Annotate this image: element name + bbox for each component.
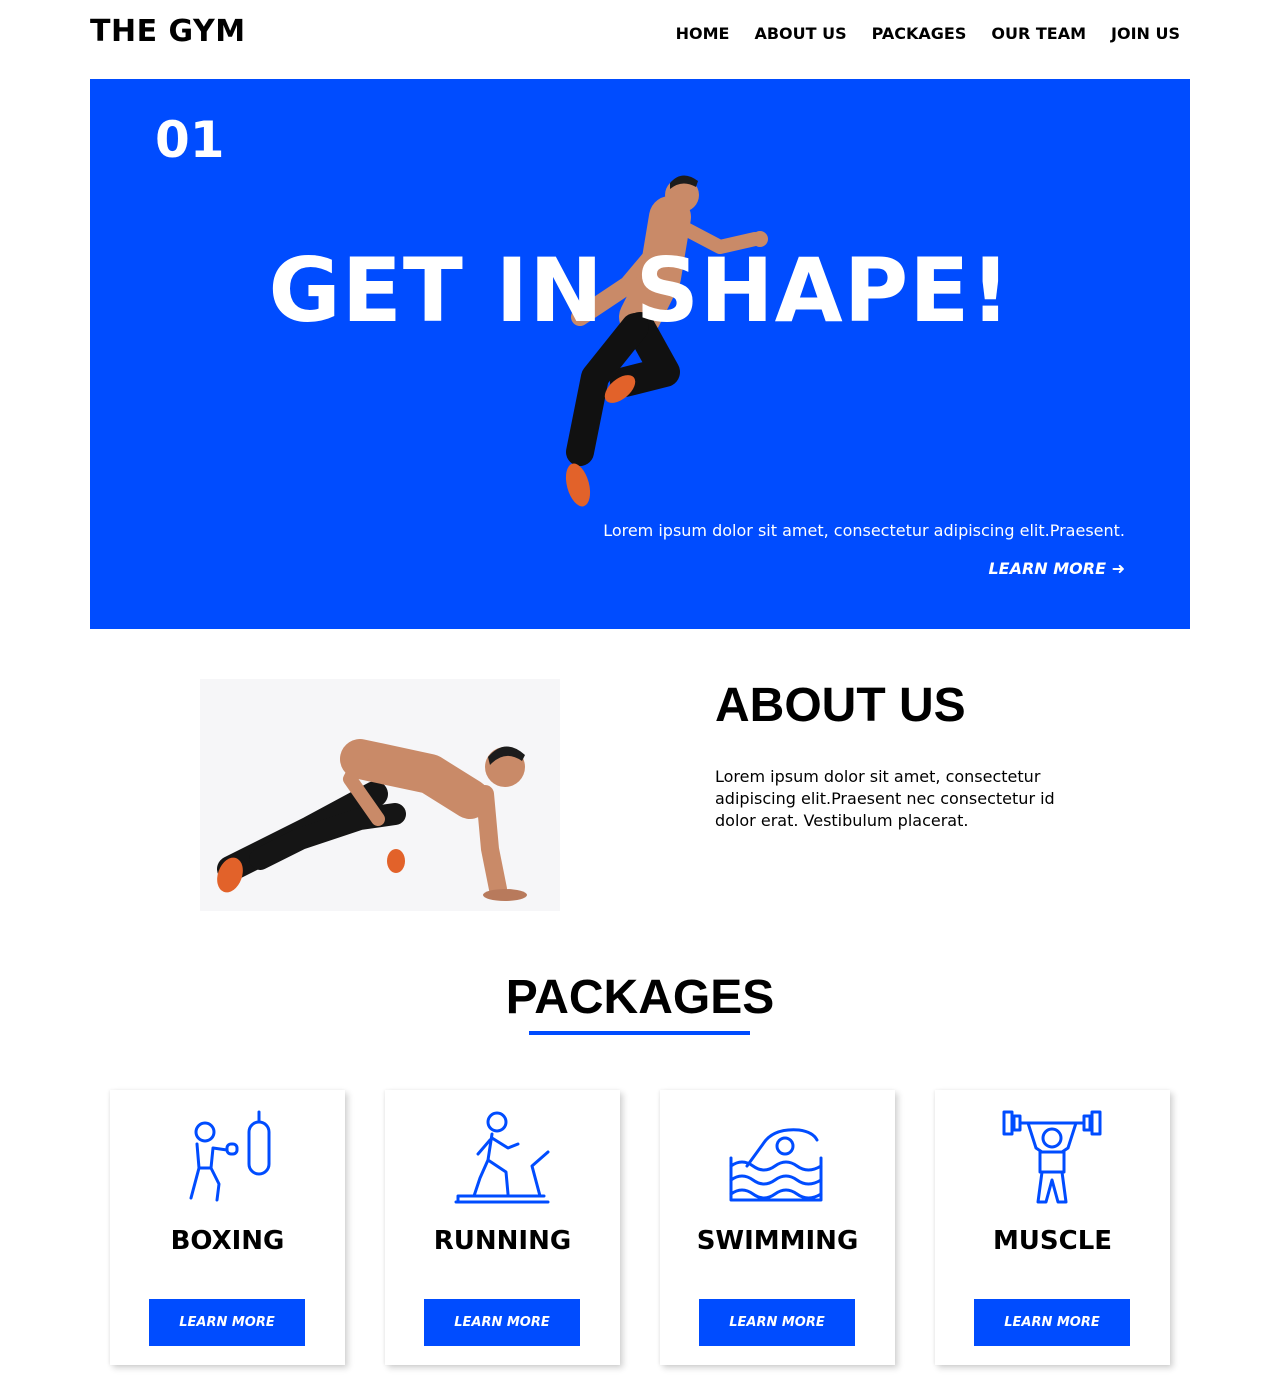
nav-team-link[interactable]: OUR TEAM bbox=[991, 24, 1086, 43]
about-title: ABOUT US bbox=[715, 679, 966, 732]
nav-packages-link[interactable]: PACKAGES bbox=[872, 24, 967, 43]
package-title-boxing: BOXING bbox=[170, 1226, 285, 1256]
swimming-learn-more-button[interactable]: LEARN MORE bbox=[699, 1299, 855, 1346]
hero-learn-more-link[interactable]: LEARN MORE ➜ bbox=[988, 559, 1125, 578]
site-header: THE GYM HOME ABOUT US PACKAGES OUR TEAM … bbox=[90, 0, 1190, 70]
pushup-athlete-illustration bbox=[217, 739, 527, 901]
about-description: Lorem ipsum dolor sit amet, consectetur … bbox=[715, 767, 1055, 830]
weightlifting-icon bbox=[1002, 1110, 1102, 1204]
package-card-muscle: MUSCLE LEARN MORE bbox=[935, 1090, 1170, 1365]
package-title-swimming: SWIMMING bbox=[696, 1226, 859, 1256]
muscle-learn-more-button[interactable]: LEARN MORE bbox=[974, 1299, 1130, 1346]
nav-join-link[interactable]: JOIN US bbox=[1111, 24, 1180, 43]
running-learn-more-button[interactable]: LEARN MORE bbox=[424, 1299, 580, 1346]
nav-about-link[interactable]: ABOUT US bbox=[754, 24, 846, 43]
hero-title: GET IN SHAPE! bbox=[268, 239, 1012, 342]
packages-title-underline bbox=[529, 1031, 750, 1035]
hero-athlete-image bbox=[565, 175, 768, 507]
package-card-swimming: SWIMMING LEARN MORE bbox=[660, 1090, 895, 1365]
nav-home-link[interactable]: HOME bbox=[676, 24, 730, 43]
package-card-running: RUNNING LEARN MORE bbox=[385, 1090, 620, 1365]
boxing-learn-more-button[interactable]: LEARN MORE bbox=[149, 1299, 305, 1346]
boxing-icon bbox=[189, 1110, 271, 1202]
main-nav: HOME ABOUT US PACKAGES OUR TEAM JOIN US bbox=[676, 24, 1180, 43]
package-title-running: RUNNING bbox=[433, 1226, 572, 1256]
running-icon bbox=[454, 1111, 550, 1204]
packages-title: PACKAGES bbox=[505, 971, 775, 1024]
hero-description: Lorem ipsum dolor sit amet, consectetur … bbox=[603, 521, 1125, 540]
hero-banner: 01 GET IN SHAPE! Lorem ipsum dolor sit a… bbox=[90, 79, 1190, 629]
swimming-icon bbox=[729, 1128, 823, 1202]
site-logo[interactable]: THE GYM bbox=[90, 14, 246, 49]
about-pushup-image bbox=[200, 679, 560, 911]
package-title-muscle: MUSCLE bbox=[992, 1226, 1113, 1256]
package-card-boxing: BOXING LEARN MORE bbox=[110, 1090, 345, 1365]
hero-slide-number: 01 bbox=[155, 111, 225, 169]
